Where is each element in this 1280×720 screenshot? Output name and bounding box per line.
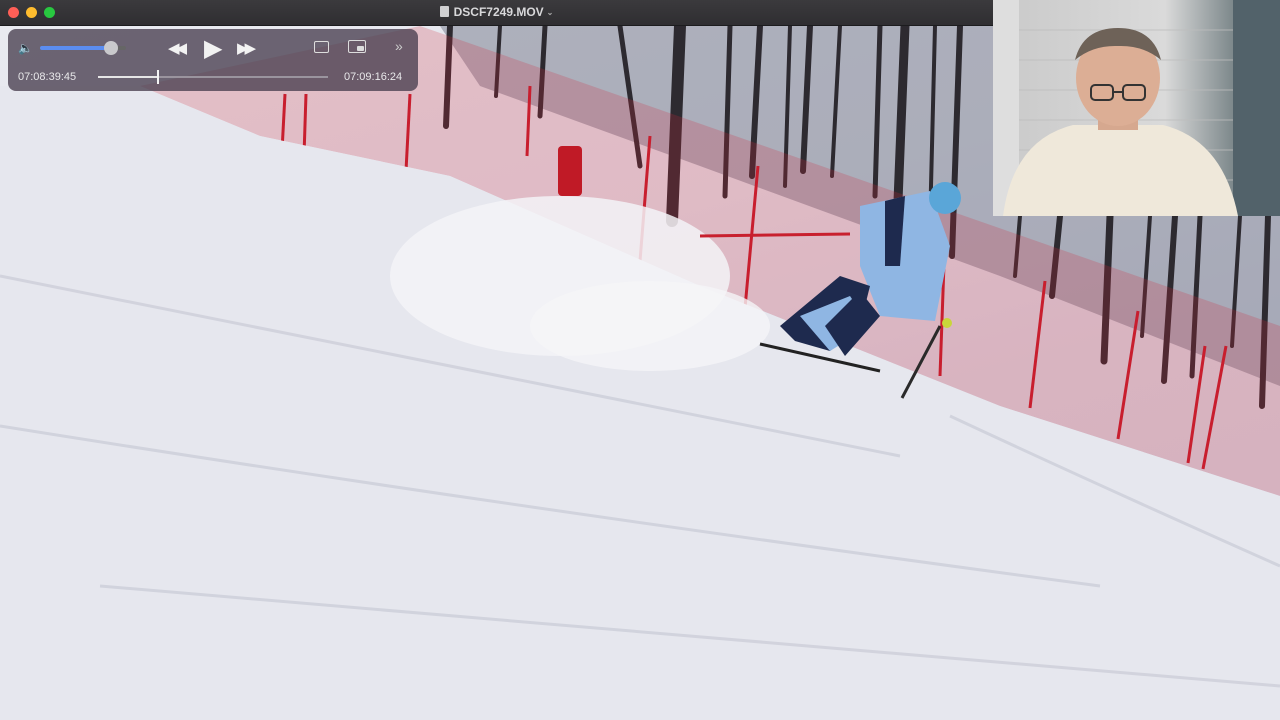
- end-time: 07:09:16:24: [344, 71, 403, 83]
- quicktime-window: DSCF7249.MOV ⌄ 🔈 ◀◀ ▶ ▶▶ » 07:08:39:45 0…: [0, 0, 1280, 720]
- padded-gate: [558, 146, 582, 196]
- scrubber[interactable]: [98, 70, 328, 84]
- more-icon[interactable]: »: [395, 38, 403, 54]
- playback-controls[interactable]: 🔈 ◀◀ ▶ ▶▶ » 07:08:39:45 07:09:16:24: [8, 29, 418, 91]
- window-title[interactable]: DSCF7249.MOV ⌄: [0, 5, 993, 19]
- picture-in-picture-icon[interactable]: [348, 40, 366, 53]
- current-time: 07:08:39:45: [18, 71, 77, 83]
- presenter-video: [993, 0, 1280, 216]
- volume-slider[interactable]: [40, 41, 126, 55]
- webcam-overlay: [993, 0, 1280, 216]
- volume-fill: [40, 46, 111, 50]
- speaker-icon[interactable]: 🔈: [18, 41, 33, 55]
- presenter-shirt: [1003, 125, 1238, 216]
- volume-knob[interactable]: [103, 41, 118, 55]
- play-icon[interactable]: ▶: [204, 34, 222, 63]
- playhead[interactable]: [156, 70, 159, 84]
- scrubber-progress: [98, 76, 158, 78]
- fast-forward-icon[interactable]: ▶▶: [237, 39, 256, 57]
- window-title-text: DSCF7249.MOV: [453, 5, 544, 19]
- rewind-icon[interactable]: ◀◀: [168, 39, 187, 57]
- chevron-down-icon[interactable]: ⌄: [547, 8, 554, 17]
- document-icon: [439, 6, 449, 17]
- title-bar[interactable]: DSCF7249.MOV ⌄: [0, 0, 993, 26]
- airplay-icon[interactable]: [314, 41, 329, 53]
